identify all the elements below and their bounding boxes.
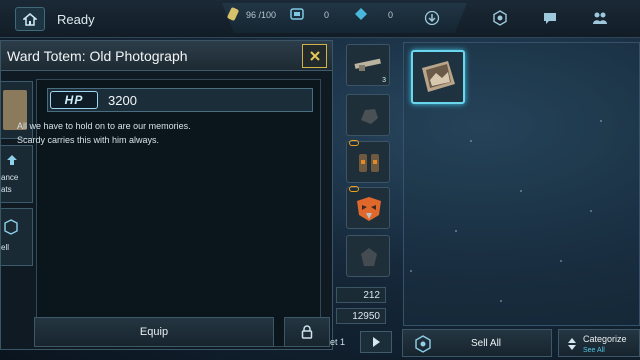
sort-icon	[568, 338, 576, 350]
home-button[interactable]	[15, 7, 45, 31]
top-bar: Ready 96 /100 0 0	[0, 0, 640, 38]
stat-value-2: 12950	[336, 308, 386, 324]
mask-item-icon	[357, 197, 381, 221]
hp-value: 3200	[108, 93, 137, 108]
energy-value: 96 /100	[246, 10, 277, 20]
selected-item-slot[interactable]	[411, 50, 465, 104]
description-line-1: All we have to hold on to are our memori…	[17, 121, 191, 131]
next-page-button[interactable]	[360, 331, 392, 353]
download-icon[interactable]	[424, 10, 440, 26]
arrow-right-icon	[373, 337, 380, 347]
lock-button[interactable]	[284, 317, 330, 347]
side-tab-label-3: ell	[1, 243, 10, 252]
equip-button[interactable]: Equip	[34, 317, 274, 347]
status-text: Ready	[57, 12, 95, 27]
slot-count: 3	[382, 77, 386, 84]
crate-icon[interactable]	[290, 7, 304, 21]
selected-items-panel	[403, 42, 640, 326]
equipped-badge	[349, 140, 359, 146]
photograph-item-icon	[422, 61, 455, 92]
dialog-title-bar: Ward Totem: Old Photograph	[1, 41, 332, 71]
inventory-slot-2[interactable]	[346, 94, 390, 136]
inventory-slot-5[interactable]	[346, 235, 390, 277]
sell-all-button[interactable]: Sell All	[402, 329, 552, 357]
dark-item-icon	[361, 248, 377, 266]
home-icon	[23, 12, 37, 26]
lock-icon	[301, 325, 313, 339]
inventory-slot-4[interactable]	[346, 186, 390, 229]
hp-label: HP	[64, 93, 84, 107]
gauntlet-item-icon	[359, 154, 379, 172]
hp-badge: HP	[50, 91, 98, 109]
categorize-label: Categorize	[583, 334, 627, 344]
weapon-item-icon	[354, 58, 381, 71]
hex-icon[interactable]	[492, 10, 508, 26]
item-detail-dialog: Ward Totem: Old Photograph ance ats ell …	[0, 40, 333, 350]
rock-item-icon	[361, 109, 378, 124]
stat-value-1: 212	[336, 287, 386, 303]
close-button[interactable]	[302, 44, 327, 68]
dialog-title: Ward Totem: Old Photograph	[7, 48, 188, 64]
item-description: All we have to hold on to are our memori…	[17, 119, 287, 147]
currency-b-value: 0	[388, 10, 394, 20]
inventory-slot-3[interactable]	[346, 140, 390, 183]
side-tab-sell[interactable]: ell	[1, 208, 33, 266]
group-icon[interactable]	[592, 10, 608, 26]
side-tab-label-1: ance	[1, 173, 19, 182]
energy-icon	[227, 7, 239, 21]
sell-all-label: Sell All	[471, 338, 502, 349]
description-line-2: Scardy carries this with him always.	[17, 135, 160, 145]
side-tab-label-2: ats	[1, 185, 12, 194]
categorize-sublabel: See All	[583, 347, 605, 354]
sell-icon	[415, 335, 431, 353]
chat-icon[interactable]	[542, 10, 558, 26]
enhance-icon	[7, 155, 17, 165]
equipped-badge-2	[349, 186, 359, 192]
categorize-button[interactable]: Categorize See All	[558, 329, 640, 357]
crystal-icon[interactable]	[354, 7, 368, 21]
inventory-slot-1[interactable]: 3	[346, 44, 390, 86]
page-label: et 1	[330, 337, 346, 347]
side-tab-enhance-stats[interactable]: ance ats	[1, 145, 33, 203]
close-icon	[309, 51, 320, 61]
dialog-actions: Equip	[34, 317, 331, 351]
sell-tab-icon	[4, 219, 18, 235]
currency-a-value: 0	[324, 10, 330, 20]
hp-row: HP 3200	[47, 88, 313, 112]
